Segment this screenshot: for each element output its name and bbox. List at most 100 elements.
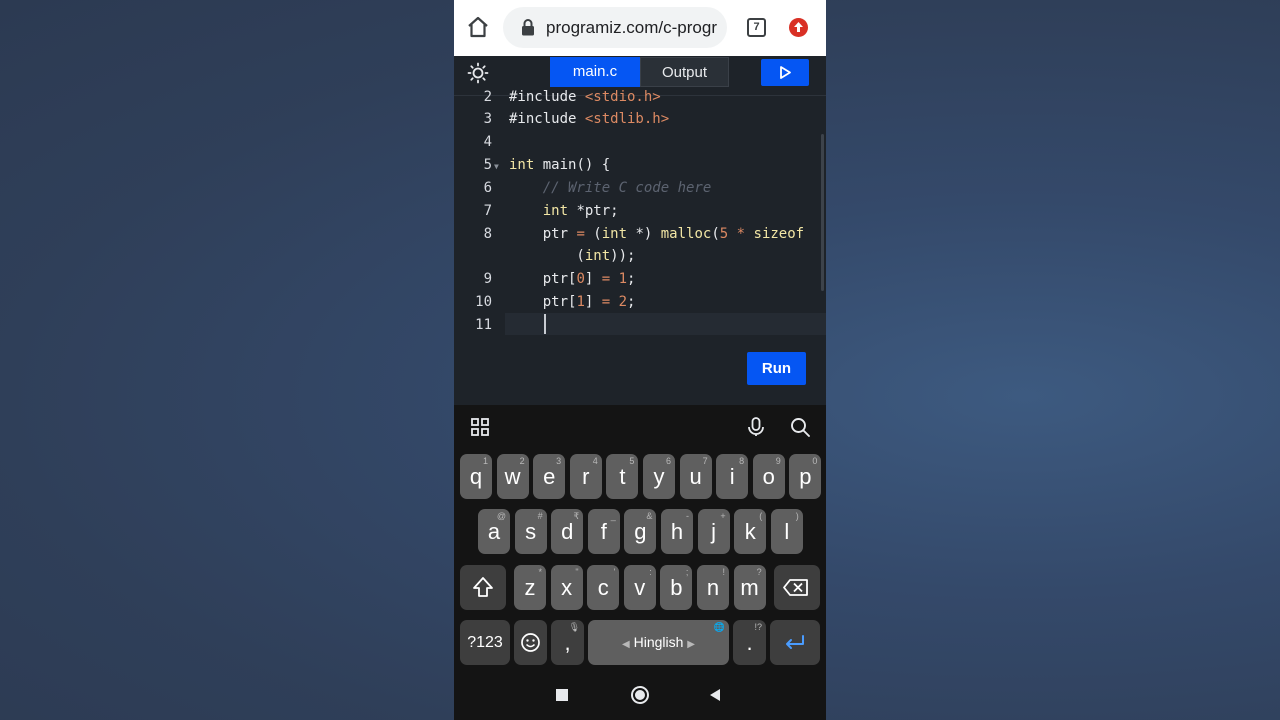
tab-main-c[interactable]: main.c <box>550 57 640 87</box>
line-number: 9 <box>483 271 492 287</box>
key-hint: ; <box>685 567 689 577</box>
key-hint: ' <box>613 567 616 577</box>
key-t[interactable]: 5t <box>606 454 639 499</box>
code-line-8: ptr = (int *) malloc(5 * sizeof <box>509 226 805 242</box>
key-label: n <box>706 575 720 600</box>
shift-key[interactable] <box>460 565 506 610</box>
key-label: l <box>784 519 790 544</box>
key-d[interactable]: ₹ d <box>551 509 584 554</box>
key-hint: 0 <box>812 456 818 466</box>
code-line-9: ptr[0] = 1; <box>509 271 636 287</box>
emoji-icon <box>521 633 540 652</box>
key-s[interactable]: # s <box>514 509 547 554</box>
line-number: 11 <box>475 317 492 333</box>
key-b[interactable]: ; b <box>660 565 693 610</box>
key-a[interactable]: @ a <box>478 509 510 554</box>
key-hint: _ <box>610 511 616 521</box>
key-hint: & <box>646 511 653 521</box>
key-j[interactable]: + j <box>697 509 730 554</box>
emoji-key[interactable] <box>514 620 547 665</box>
key-k[interactable]: (k <box>734 509 767 554</box>
key-w[interactable]: 2w <box>496 454 529 499</box>
key-label: o <box>762 464 775 489</box>
key-p[interactable]: 0p <box>789 454 822 499</box>
code-line-2: #include <stdio.h> <box>509 89 661 105</box>
address-bar[interactable]: programiz.com/c-progr <box>503 7 727 48</box>
play-icon <box>780 66 791 79</box>
code-line-10: ptr[1] = 2; <box>509 294 636 310</box>
key-r[interactable]: 4r <box>569 454 602 499</box>
key-h[interactable]: -h <box>661 509 693 554</box>
apps-grid-icon[interactable] <box>469 416 491 438</box>
code-line-5: int main() { <box>509 157 611 173</box>
key-f[interactable]: _ f <box>587 509 620 554</box>
run-button[interactable]: Run <box>747 352 806 385</box>
key-hint: ! <box>722 567 725 577</box>
enter-key[interactable] <box>770 620 820 665</box>
key-e[interactable]: 3e <box>533 454 566 499</box>
run-play-button[interactable] <box>761 59 809 86</box>
key-label: z <box>524 575 536 600</box>
key-c[interactable]: ' c <box>587 565 620 610</box>
key-x[interactable]: " x <box>550 565 583 610</box>
comma-key[interactable]: 🎙 , <box>551 620 584 665</box>
key-g[interactable]: & g <box>624 509 657 554</box>
key-label: k <box>744 519 756 544</box>
sun-icon[interactable] <box>467 62 489 84</box>
code-editor[interactable]: 2 3 4 5 ▼ 6 7 8 9 10 11 #include <stdio.… <box>454 89 826 405</box>
key-m[interactable]: ? m <box>733 565 766 610</box>
key-label: c <box>597 575 609 600</box>
key-label: u <box>689 464 702 489</box>
system-nav-bar <box>454 671 826 720</box>
key-label: w <box>504 464 521 489</box>
space-key[interactable]: ◀ Hinglish ▶ 🌐 <box>588 620 729 665</box>
period-key[interactable]: !? . <box>733 620 766 665</box>
key-label: f <box>600 519 607 544</box>
key-label: s <box>525 519 537 544</box>
key-o[interactable]: 9o <box>752 454 785 499</box>
code-line-8-wrap: (int)); <box>509 248 636 264</box>
key-label: b <box>670 575 683 600</box>
update-icon[interactable] <box>789 18 808 37</box>
tab-switcher-button[interactable]: 7 <box>747 18 766 37</box>
key-y[interactable]: 6y <box>643 454 675 499</box>
key-l[interactable]: ) l <box>770 509 803 554</box>
key-i[interactable]: 8i <box>716 454 749 499</box>
key-hint: 9 <box>775 456 781 466</box>
key-hint: ₹ <box>573 511 580 521</box>
line-number: 3 <box>483 111 492 127</box>
search-icon[interactable] <box>789 416 811 438</box>
key-hint: ( <box>759 511 763 521</box>
key-n[interactable]: ! n <box>697 565 729 610</box>
period-hint: !? <box>754 622 762 632</box>
microphone-icon[interactable] <box>745 416 767 438</box>
key-hint: " <box>575 567 579 577</box>
key-label: h <box>670 519 684 544</box>
key-z[interactable]: * z <box>514 565 546 610</box>
key-label: j <box>711 519 717 544</box>
key-u[interactable]: 7u <box>679 454 712 499</box>
editor-scrollbar[interactable] <box>821 134 824 291</box>
key-hint: 6 <box>665 456 671 466</box>
space-key-label: Hinglish <box>633 634 684 650</box>
line-number: 10 <box>475 294 492 310</box>
backspace-key[interactable] <box>774 565 820 610</box>
key-hint: 8 <box>739 456 745 466</box>
key-hint: 4 <box>592 456 598 466</box>
key-label: e <box>543 464 556 489</box>
home-icon[interactable] <box>466 15 490 39</box>
home-nav-icon[interactable] <box>631 686 649 704</box>
line-number: 8 <box>483 226 492 242</box>
symbols-key[interactable]: ?123 <box>460 620 510 665</box>
tab-output[interactable]: Output <box>640 57 729 87</box>
key-label: g <box>634 519 647 544</box>
key-hint: - <box>686 511 689 521</box>
key-q[interactable]: 1q <box>460 454 492 499</box>
line-number: 7 <box>483 203 492 219</box>
key-v[interactable]: :v <box>623 565 656 610</box>
recents-icon[interactable] <box>556 689 568 701</box>
back-icon[interactable] <box>708 688 722 702</box>
fold-arrow-icon[interactable]: ▼ <box>494 162 499 171</box>
key-label: v <box>634 575 646 600</box>
key-label: i <box>729 464 735 489</box>
